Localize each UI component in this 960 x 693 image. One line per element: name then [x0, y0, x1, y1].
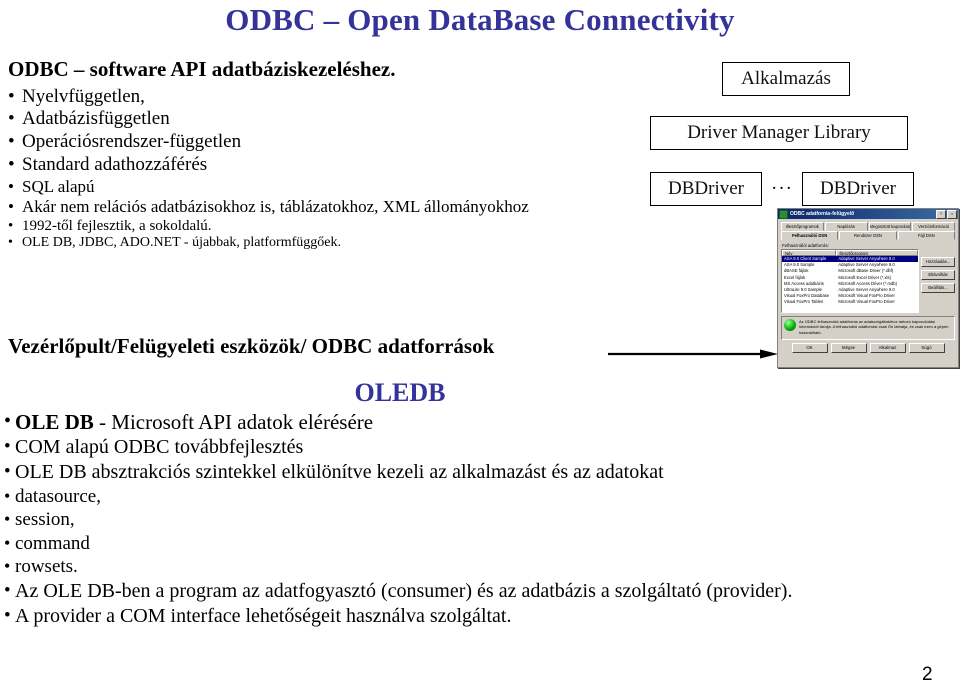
right-arrow-icon	[608, 349, 778, 359]
diagram-box-dbdriver-right: DBDriver	[802, 172, 914, 206]
tab-illesztoprogramok[interactable]: Illesztőprogramok	[781, 222, 824, 231]
list-item: COM alapú ODBC továbbfejlesztés	[4, 435, 956, 460]
apply-button[interactable]: Alkalmaz	[869, 343, 906, 353]
tab-felhasznaloi-dsn[interactable]: Felhasználói DSN	[781, 231, 839, 240]
table-row[interactable]: Visual FoxPro Tables Microsoft Visual Fo…	[782, 299, 918, 305]
oledb-closing-list: Az OLE DB-ben a program az adatfogyasztó…	[4, 579, 956, 629]
bullet-list-level4: OLE DB, JDBC, ADO.NET - újabbak, platfor…	[8, 235, 798, 252]
list-item: A provider a COM interface lehetőségeit …	[4, 604, 956, 629]
close-icon[interactable]: ×	[947, 209, 957, 219]
control-panel-path: Vezérlőpult/Felügyeleti eszközök/ ODBC a…	[8, 334, 495, 358]
list-item: rowsets.	[4, 555, 956, 579]
dialog-middle-area: Név Illesztőprogram ASA 9.0 Client Sampl…	[781, 249, 955, 313]
oledb-sub-item-2: OLE DB absztrakciós szintekkel elkülönít…	[4, 460, 956, 485]
oledb-content-column: OLE DB - Microsoft API adatok elérésére …	[4, 409, 956, 628]
diagram-box-application: Alkalmazás	[722, 62, 850, 96]
dialog-titlebar[interactable]: ODBC adatforrás-felügyelő ? ×	[778, 209, 958, 219]
datasource-listbox[interactable]: Név Illesztőprogram ASA 9.0 Client Sampl…	[781, 249, 919, 313]
oledb-term: OLE DB	[15, 410, 94, 434]
oledb-sub-item-1: COM alapú ODBC továbbfejlesztés	[4, 435, 956, 460]
ok-button[interactable]: OK	[791, 343, 828, 353]
cancel-button[interactable]: Mégse	[830, 343, 867, 353]
remove-button[interactable]: Eltávolítás	[921, 270, 955, 280]
page-number: 2	[922, 664, 933, 685]
tab-megosztott-kapcsolatok[interactable]: Megosztott kapcsolatok	[868, 222, 912, 231]
abstraction-level-list: datasource, session, command rowsets.	[4, 485, 956, 579]
oledb-heading: OLEDB	[354, 378, 446, 407]
list-item: OLE DB absztrakciós szintekkel elkülönít…	[4, 460, 956, 485]
list-item: command	[4, 532, 956, 556]
list-item: 1992-től fejlesztik, a sokoldalú.	[8, 217, 798, 235]
left-content-column: ODBC – software API adatbáziskezeléshez.…	[8, 57, 798, 252]
add-button[interactable]: Hozzáadás...	[921, 257, 955, 267]
odbc-icon	[779, 209, 788, 219]
dialog-title: ODBC adatforrás-felügyelő	[790, 211, 855, 217]
dialog-info-panel: Az ODBC felhasználói adatforrás az adats…	[781, 316, 955, 340]
configure-button[interactable]: Beállítás...	[921, 283, 955, 293]
lead-statement: ODBC – software API adatbáziskezeléshez.	[8, 57, 396, 81]
list-item: Az OLE DB-ben a program az adatfogyasztó…	[4, 579, 956, 604]
odbc-globe-icon	[784, 319, 796, 331]
list-item: OLE DB - Microsoft API adatok elérésére	[4, 409, 956, 435]
list-item: OLE DB, JDBC, ADO.NET - újabbak, platfor…	[8, 235, 798, 252]
help-text-button[interactable]: Súgó	[908, 343, 945, 353]
dialog-bottom-buttons: OK Mégse Alkalmaz Súgó	[781, 343, 955, 353]
cell-driver: Microsoft Visual FoxPro Driver	[838, 299, 895, 305]
oledb-main-item-list: OLE DB - Microsoft API adatok elérésére	[4, 409, 956, 435]
tab-rendszer-dsn[interactable]: Rendszer DSN	[839, 231, 897, 240]
cell-name: Visual FoxPro Tables	[784, 299, 824, 305]
tab-fajl-dsn[interactable]: Fájl DSN	[897, 231, 955, 240]
help-button[interactable]: ?	[936, 209, 946, 219]
tab-naplozas[interactable]: Naplózás	[824, 222, 868, 231]
bullet-list-level3: 1992-től fejlesztik, a sokoldalú.	[8, 217, 798, 235]
page-title: ODBC – Open DataBase Connectivity	[225, 2, 735, 37]
tab-verzioinformacio[interactable]: Verzióinformáció	[912, 222, 955, 231]
dialog-body: Illesztőprogramok Naplózás Megosztott ka…	[778, 219, 958, 356]
dialog-info-text: Az ODBC felhasználói adatforrás az adats…	[799, 319, 949, 335]
diagram-ellipsis: ···	[771, 178, 793, 199]
odbc-administrator-dialog[interactable]: ODBC adatforrás-felügyelő ? × Illesztőpr…	[777, 208, 959, 368]
list-item: session,	[4, 508, 956, 532]
diagram-box-dbdriver-left: DBDriver	[650, 172, 762, 206]
oledb-term-definition: - Microsoft API adatok elérésére	[93, 410, 374, 434]
diagram-box-driver-manager: Driver Manager Library	[650, 116, 908, 150]
dialog-tabs-row-1[interactable]: Illesztőprogramok Naplózás Megosztott ka…	[781, 222, 955, 231]
list-item: datasource,	[4, 485, 956, 509]
list-item: Nyelvfüggetlen,	[8, 86, 798, 109]
datasource-list-label: Felhasználói adatforrás:	[782, 243, 829, 248]
dialog-side-buttons: Hozzáadás... Eltávolítás Beállítás...	[921, 249, 955, 313]
dialog-tabs-row-2[interactable]: Felhasználói DSN Rendszer DSN Fájl DSN	[781, 231, 955, 240]
